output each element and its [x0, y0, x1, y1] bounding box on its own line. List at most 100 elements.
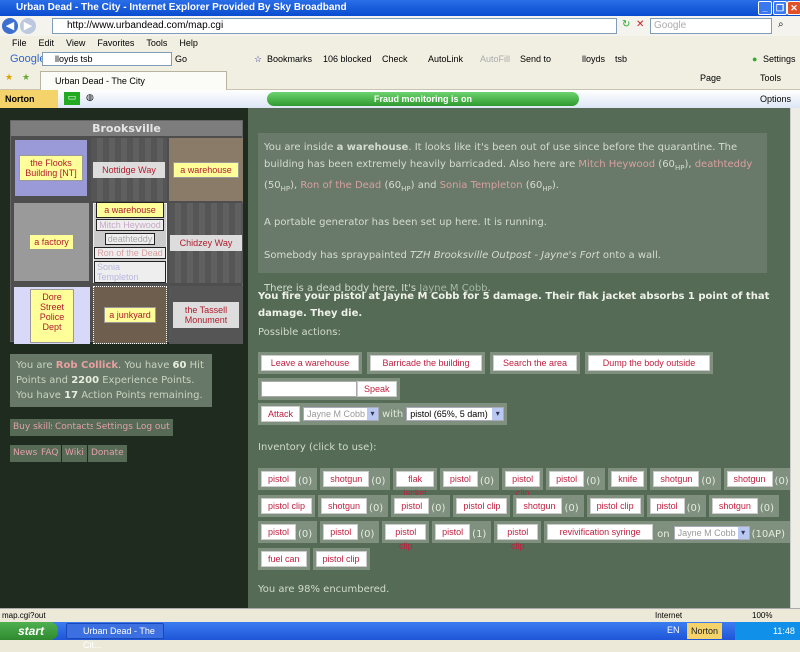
bookmark-tsb[interactable]: tsb	[615, 50, 627, 68]
building-label[interactable]: a warehouse	[173, 161, 239, 178]
language-indicator[interactable]: EN	[667, 625, 680, 635]
menu-help[interactable]: Help	[179, 38, 198, 48]
fraud-monitoring-status[interactable]: Fraud monitoring is on	[267, 92, 579, 106]
contacts-link[interactable]: Contacts	[52, 419, 98, 436]
zoom-level[interactable]: 100%	[752, 609, 772, 622]
settings-link[interactable]: Settings	[93, 419, 136, 436]
building-label[interactable]: a junkyard	[104, 307, 156, 323]
use-item-button[interactable]: pistol	[261, 524, 297, 540]
use-item-button[interactable]: pistol clip	[315, 551, 367, 567]
use-item-button[interactable]: shotgun	[321, 498, 368, 514]
attack-button[interactable]: Attack	[261, 406, 301, 422]
norton-tray[interactable]: Norton	[687, 623, 723, 639]
speak-button[interactable]: Speak	[357, 381, 397, 397]
start-button[interactable]: start	[0, 622, 58, 640]
refresh-icon[interactable]: ↻	[622, 19, 630, 30]
attack-target-select[interactable]: Jayne M Cobb	[303, 407, 380, 421]
building-label[interactable]: a factory	[29, 234, 74, 250]
map-cell-s[interactable]: a junkyard	[93, 286, 167, 344]
use-item-button[interactable]: shotgun	[516, 498, 563, 514]
survivor-link[interactable]: Sonia Templeton	[440, 180, 523, 191]
dump-body-button[interactable]: Dump the body outside	[588, 355, 710, 371]
map-cell-nw[interactable]: the Flooks Building [NT]	[15, 140, 87, 196]
google-search-input[interactable]: lloyds tsb	[42, 52, 172, 66]
go-button[interactable]: Go	[175, 50, 187, 68]
map-cell-ne[interactable]: a warehouse	[169, 138, 243, 201]
back-button[interactable]: ◀	[2, 18, 18, 34]
search-input[interactable]: Google	[650, 18, 772, 34]
survivor-link[interactable]: Mitch Heywood	[96, 219, 164, 231]
menu-view[interactable]: View	[66, 38, 85, 48]
building-label[interactable]: the Flooks Building [NT]	[19, 155, 83, 181]
bookmarks-button[interactable]: Bookmarks	[267, 50, 312, 68]
use-item-button[interactable]: shotgun	[323, 471, 370, 487]
favorites-star-icon[interactable]: ★	[5, 72, 13, 83]
add-favorite-icon[interactable]: ★	[22, 72, 30, 83]
street-label[interactable]: Chidzey Way	[170, 235, 242, 251]
send-to-button[interactable]: Send to	[520, 50, 551, 68]
menu-tools[interactable]: Tools	[146, 38, 167, 48]
building-label[interactable]: Dore Street Police Dept	[30, 288, 74, 343]
survivor-link[interactable]: deathteddy	[695, 159, 753, 170]
use-item-button[interactable]: pistol clip	[385, 524, 427, 551]
survivor-link[interactable]: Mitch Heywood	[578, 159, 655, 170]
street-label[interactable]: Nottidge Way	[93, 161, 165, 178]
use-item-button[interactable]: shotgun	[653, 471, 700, 487]
spellcheck-button[interactable]: Check	[382, 50, 408, 68]
use-item-button[interactable]: pistol clip	[497, 524, 539, 551]
use-item-button[interactable]: pistol	[435, 524, 471, 540]
buy-skills-link[interactable]: Buy skills	[10, 419, 59, 436]
url-input[interactable]: http://www.urbandead.com/map.cgi	[52, 18, 617, 34]
use-item-button[interactable]: pistol	[549, 471, 585, 487]
search-icon[interactable]: ⌕	[778, 19, 784, 30]
donate-link[interactable]: Donate	[88, 445, 127, 462]
minimize-button[interactable]: _	[758, 1, 772, 15]
options-menu[interactable]: Options	[760, 94, 791, 104]
monitor-icon[interactable]: ▭	[64, 92, 80, 105]
settings-button[interactable]: Settings	[763, 50, 796, 68]
map-cell-sw[interactable]: Dore Street Police Dept	[14, 287, 90, 344]
bookmark-lloyds[interactable]: lloyds	[582, 50, 605, 68]
use-item-button[interactable]: flak jacket	[396, 471, 434, 498]
use-item-button[interactable]: pistol	[442, 471, 478, 487]
taskbar-ie-window[interactable]: Urban Dead - The Cit...	[66, 623, 164, 650]
use-item-button[interactable]: pistol	[323, 524, 359, 540]
forward-button[interactable]: ▶	[20, 18, 36, 34]
tools-menu[interactable]: Tools	[760, 73, 781, 83]
barricade-button[interactable]: Barricade the building	[370, 355, 482, 371]
stop-icon[interactable]: ✕	[636, 19, 644, 30]
globe-icon[interactable]: ◍	[86, 92, 94, 103]
use-item-button[interactable]: pistol clip	[589, 498, 641, 514]
use-item-button[interactable]: pistol clip	[505, 471, 541, 498]
map-cell-w[interactable]: a factory	[14, 203, 89, 281]
menu-favorites[interactable]: Favorites	[97, 38, 134, 48]
syringe-target-select[interactable]: Jayne M Cobb	[673, 526, 750, 540]
use-item-button[interactable]: pistol clip	[261, 498, 313, 514]
use-item-button[interactable]: revivification syringe	[547, 524, 654, 540]
weapon-select[interactable]: pistol (65%, 5 dam)	[406, 407, 505, 421]
survivor-link[interactable]: Ron of the Dead	[94, 247, 166, 259]
use-item-button[interactable]: shotgun	[726, 471, 773, 487]
use-item-button[interactable]: shotgun	[711, 498, 758, 514]
search-button[interactable]: Search the area	[493, 355, 577, 371]
use-item-button[interactable]: fuel can	[261, 551, 307, 567]
restore-button[interactable]: ❐	[773, 1, 787, 15]
wiki-link[interactable]: Wiki	[62, 445, 87, 462]
tab-urban-dead[interactable]: Urban Dead - The City	[40, 71, 227, 90]
leave-building-button[interactable]: Leave a warehouse	[261, 355, 359, 371]
building-label[interactable]: the Tassell Monument	[173, 302, 239, 328]
faq-link[interactable]: FAQ	[38, 445, 62, 462]
map-cell-n[interactable]: Nottidge Way	[91, 138, 167, 201]
map-cell-se[interactable]: the Tassell Monument	[169, 286, 243, 344]
use-item-button[interactable]: pistol	[261, 471, 297, 487]
vertical-scrollbar[interactable]	[790, 108, 800, 608]
survivor-link[interactable]: deathteddy	[104, 233, 156, 245]
use-item-button[interactable]: knife	[611, 471, 645, 487]
news-link[interactable]: News	[10, 445, 41, 462]
player-name[interactable]: Rob Collick	[56, 360, 118, 371]
autofill-button[interactable]: AutoFill	[480, 50, 510, 68]
survivor-link[interactable]: Sonia Templeton	[94, 261, 166, 283]
use-item-button[interactable]: pistol	[394, 498, 430, 514]
log-out-link[interactable]: Log out	[133, 419, 173, 436]
map-cell-e[interactable]: Chidzey Way	[169, 203, 243, 283]
